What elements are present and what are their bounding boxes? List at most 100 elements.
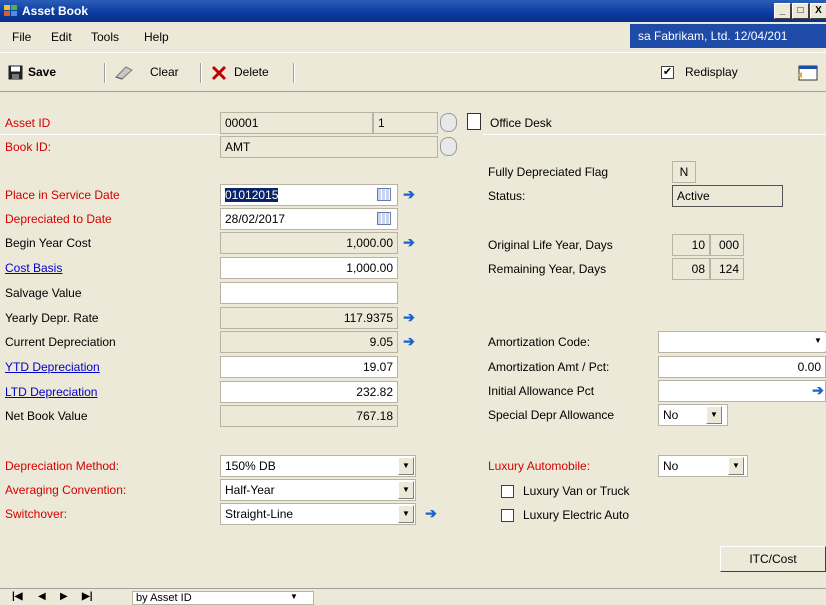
luxury-electric-checkbox[interactable] [501, 509, 514, 522]
fully-depreciated-label: Fully Depreciated Flag [488, 165, 609, 179]
menu-help[interactable]: Help [144, 30, 169, 44]
dropdown-arrow-icon[interactable]: ▼ [706, 406, 722, 424]
expand-arrow-icon[interactable]: ➔ [401, 333, 417, 351]
averaging-convention-select[interactable]: Half-Year [220, 479, 416, 501]
remaining-year-field[interactable]: 08 [672, 258, 710, 280]
depreciated-to-label: Depreciated to Date [5, 212, 112, 226]
bottom-navigation-bar: |◀ ◀ ▶ ▶| by Asset ID ▼ [0, 588, 826, 605]
salvage-value-field[interactable] [220, 282, 398, 304]
switchover-label: Switchover: [5, 507, 68, 521]
lookup-icon[interactable] [440, 113, 457, 132]
first-record-icon[interactable]: |◀ [12, 591, 23, 602]
yearly-rate-label: Yearly Depr. Rate [5, 311, 99, 325]
amortization-amt-label: Amortization Amt / Pct: [488, 360, 610, 374]
ytd-depreciation-link[interactable]: YTD Depreciation [0, 356, 100, 378]
delete-icon [211, 65, 227, 81]
net-book-value-label: Net Book Value [5, 409, 88, 423]
salvage-value-label: Salvage Value [5, 286, 82, 300]
company-info[interactable]: sa Fabrikam, Ltd. 12/04/201 [630, 24, 826, 48]
original-life-label: Original Life Year, Days [488, 238, 613, 252]
app-icon [4, 5, 17, 16]
initial-allowance-field[interactable] [658, 380, 826, 402]
ltd-depreciation-field[interactable]: 232.82 [220, 381, 398, 403]
expand-arrow-icon[interactable]: ➔ [401, 186, 417, 204]
delete-button[interactable]: Delete [234, 65, 269, 79]
original-life-days-field[interactable]: 000 [710, 234, 744, 256]
averaging-convention-label: Averaging Convention: [5, 483, 127, 497]
row-divider [483, 134, 826, 135]
book-id-field[interactable]: AMT [220, 136, 438, 158]
minimize-button[interactable]: _ [774, 3, 791, 19]
cost-basis-link[interactable]: Cost Basis [0, 257, 62, 279]
depreciation-method-label: Depreciation Method: [5, 459, 120, 473]
clear-button[interactable]: Clear [150, 65, 179, 79]
row-divider [0, 134, 220, 135]
dropdown-arrow-icon[interactable]: ▼ [290, 592, 298, 601]
switchover-select[interactable]: Straight-Line [220, 503, 416, 525]
book-id-label: Book ID: [5, 140, 52, 154]
calendar-icon[interactable] [377, 212, 391, 225]
expand-arrow-icon[interactable]: ➔ [423, 505, 439, 523]
note-icon[interactable] [467, 113, 481, 130]
begin-year-cost-label: Begin Year Cost [5, 236, 92, 250]
depreciated-to-field[interactable]: 28/02/2017 [220, 208, 398, 230]
luxury-van-checkbox[interactable] [501, 485, 514, 498]
remaining-days-field[interactable]: 124 [710, 258, 744, 280]
expand-arrow-icon[interactable]: ➔ [810, 382, 826, 400]
toolbar-separator [200, 63, 202, 83]
toolbar: Save Clear Delete ✔ Redisplay [0, 52, 826, 92]
previous-record-icon[interactable]: ◀ [38, 591, 46, 602]
dropdown-arrow-icon[interactable]: ▼ [810, 333, 826, 351]
save-icon [8, 65, 23, 80]
expand-arrow-icon[interactable]: ➔ [401, 234, 417, 252]
amortization-amt-field[interactable]: 0.00 [658, 356, 826, 378]
begin-year-cost-field[interactable]: 1,000.00 [220, 232, 398, 254]
menu-bar: File Edit Tools Help sa Fabrikam, Ltd. 1… [0, 22, 826, 50]
maximize-button[interactable]: □ [792, 3, 809, 19]
ytd-depreciation-field[interactable]: 19.07 [220, 356, 398, 378]
net-book-value-field[interactable]: 767.18 [220, 405, 398, 427]
remaining-life-label: Remaining Year, Days [488, 262, 607, 276]
calendar-icon[interactable] [377, 188, 391, 201]
lookup-icon[interactable] [440, 137, 457, 156]
status-field: Active [672, 185, 783, 207]
redisplay-checkbox[interactable]: ✔ [661, 66, 674, 79]
amortization-code-select[interactable] [658, 331, 826, 353]
note-window-icon[interactable] [796, 63, 820, 83]
dropdown-arrow-icon[interactable]: ▼ [398, 505, 414, 523]
dropdown-arrow-icon[interactable]: ▼ [398, 481, 414, 499]
menu-file[interactable]: File [12, 30, 31, 44]
toolbar-separator [104, 63, 106, 83]
asset-id-field[interactable]: 00001 [220, 112, 373, 134]
close-button[interactable]: X [810, 3, 826, 19]
current-depreciation-label: Current Depreciation [5, 335, 116, 349]
luxury-electric-label: Luxury Electric Auto [523, 508, 630, 522]
depreciation-method-select[interactable]: 150% DB [220, 455, 416, 477]
title-bar: Asset Book _ □ X [0, 0, 826, 22]
initial-allowance-label: Initial Allowance Pct [488, 384, 595, 398]
window-title: Asset Book [22, 4, 89, 18]
status-label: Status: [488, 189, 526, 203]
asset-id-label: Asset ID [5, 116, 51, 130]
redisplay-label: Redisplay [685, 65, 738, 79]
last-record-icon[interactable]: ▶| [82, 591, 93, 602]
next-record-icon[interactable]: ▶ [60, 591, 68, 602]
menu-edit[interactable]: Edit [51, 30, 72, 44]
yearly-rate-field[interactable]: 117.9375 [220, 307, 398, 329]
fully-depreciated-field[interactable]: N [672, 161, 696, 183]
itc-cost-button[interactable]: ITC/Cost [720, 546, 826, 572]
current-depreciation-field[interactable]: 9.05 [220, 331, 398, 353]
save-button[interactable]: Save [28, 65, 56, 79]
expand-arrow-icon[interactable]: ➔ [401, 309, 417, 327]
place-in-service-field[interactable]: 01012015 [220, 184, 398, 206]
cost-basis-field[interactable]: 1,000.00 [220, 257, 398, 279]
asset-description: Office Desk [490, 116, 552, 130]
dropdown-arrow-icon[interactable]: ▼ [398, 457, 414, 475]
menu-tools[interactable]: Tools [91, 30, 119, 44]
luxury-automobile-label: Luxury Automobile: [488, 459, 591, 473]
dropdown-arrow-icon[interactable]: ▼ [728, 457, 744, 475]
special-allowance-label: Special Depr Allowance [488, 408, 615, 422]
asset-suffix-field[interactable]: 1 [373, 112, 438, 134]
original-life-year-field[interactable]: 10 [672, 234, 710, 256]
ltd-depreciation-link[interactable]: LTD Depreciation [0, 381, 97, 403]
